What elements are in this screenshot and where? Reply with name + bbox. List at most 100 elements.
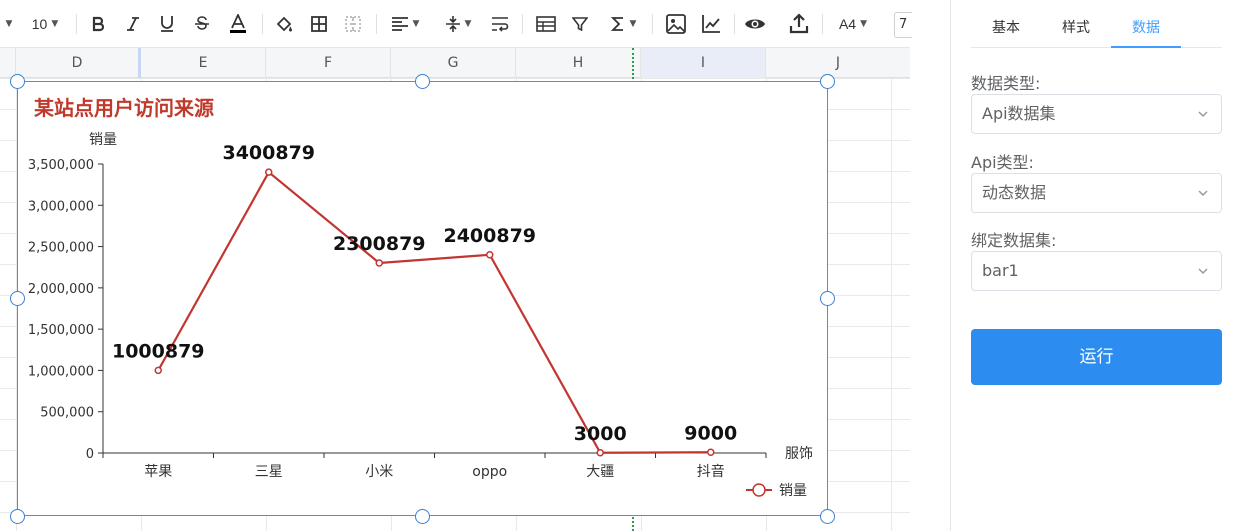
wrap-icon[interactable] [488, 10, 512, 38]
api-type-value: 动态数据 [982, 183, 1047, 202]
zoom-value: 7 [899, 17, 908, 32]
legend-marker-icon [752, 483, 766, 497]
chevron-down-icon [1198, 268, 1208, 275]
font-size-select[interactable]: 10 ▼ [22, 10, 68, 38]
data-point [486, 251, 494, 259]
tab-basic[interactable]: 基本 [971, 8, 1041, 48]
valign-icon[interactable]: ▼ [440, 10, 476, 38]
column-header-row: D E F G H I J [0, 48, 910, 78]
run-button[interactable]: 运行 [971, 329, 1222, 385]
chart-icon[interactable] [699, 10, 723, 38]
y-tick-label: 2,500,000 [28, 241, 94, 256]
zoom-input[interactable]: 7 [894, 12, 912, 38]
resize-handle-bottom[interactable] [415, 509, 430, 524]
resize-handle-right[interactable] [820, 291, 835, 306]
x-axis-label: 服饰 [785, 446, 813, 462]
toolbar-divider [376, 14, 377, 34]
table-icon[interactable] [533, 10, 559, 38]
data-label: 9000 [684, 422, 737, 444]
column-label: D [71, 55, 83, 71]
page-size-value: A4 [838, 16, 857, 32]
api-type-label: Api类型: [971, 153, 1034, 172]
column-header-h[interactable]: H [516, 48, 641, 78]
filter-icon[interactable] [568, 10, 592, 38]
x-tick-label: 三星 [255, 464, 283, 480]
dataset-select[interactable]: bar1 [971, 251, 1222, 291]
column-label: F [323, 55, 333, 71]
preview-icon[interactable] [742, 10, 768, 38]
y-axis-label: 销量 [89, 132, 117, 148]
column-header-j[interactable]: J [766, 48, 910, 78]
y-tick-label: 0 [86, 447, 94, 462]
x-tick-label: 抖音 [697, 463, 725, 480]
column-label: I [700, 55, 706, 71]
sum-icon[interactable]: ▼ [604, 10, 642, 38]
chevron-down-icon [1198, 111, 1208, 118]
border-icon[interactable] [307, 10, 331, 38]
x-tick-label: 苹果 [144, 464, 172, 480]
image-icon[interactable] [664, 10, 688, 38]
tab-style[interactable]: 样式 [1041, 8, 1111, 48]
resize-handle-top-left[interactable] [10, 74, 25, 89]
x-tick-label: 小米 [365, 464, 393, 480]
upload-icon[interactable] [786, 10, 812, 38]
column-header-i[interactable]: I [641, 48, 766, 78]
data-point [707, 448, 715, 457]
chevron-down-icon: ▼ [51, 19, 59, 29]
resize-handle-bottom-right[interactable] [820, 509, 835, 524]
y-tick-label: 1,500,000 [28, 323, 94, 338]
font-color-icon[interactable] [226, 10, 250, 38]
app-root: ▼ 10 ▼ ▼ ▼ ▼ A4 ▼ 7 D E F G H I J 某站点用户访… [0, 0, 1240, 531]
chevron-down-icon: ▼ [860, 19, 868, 29]
panel-tabs: 基本 样式 数据 [971, 8, 1222, 48]
toolbar: ▼ 10 ▼ ▼ ▼ ▼ A4 ▼ 7 [0, 0, 912, 48]
api-type-select[interactable]: 动态数据 [971, 173, 1222, 213]
line-chart: 0 500,000 1,000,000 1,500,000 2,000,000 2,500… [28, 132, 813, 499]
column-label: H [572, 55, 584, 71]
y-tick-label: 2,000,000 [28, 282, 94, 297]
page-size-select[interactable]: A4 ▼ [830, 10, 876, 38]
y-tick-label: 500,000 [40, 406, 94, 421]
data-point [596, 449, 604, 457]
properties-panel: 基本 样式 数据 数据类型: Api数据集 Api类型: 动态数据 绑定数据集:… [950, 0, 1240, 531]
y-tick-label: 1,000,000 [28, 364, 94, 379]
dropdown-caret-icon[interactable]: ▼ [0, 10, 14, 38]
chevron-down-icon [1198, 190, 1208, 197]
dataset-label: 绑定数据集: [971, 231, 1057, 250]
bold-icon[interactable] [86, 10, 110, 38]
italic-icon[interactable] [121, 10, 145, 38]
tab-data[interactable]: 数据 [1111, 8, 1181, 48]
column-header-d[interactable]: D [16, 48, 141, 78]
chart-container[interactable]: 某站点用户访问来源 0 500,000 1,000,000 1,500,000 2,00… [17, 81, 828, 516]
resize-handle-left[interactable] [10, 291, 25, 306]
data-type-select[interactable]: Api数据集 [971, 94, 1222, 134]
x-tick-label: oppo [472, 464, 507, 480]
toolbar-divider [76, 14, 77, 34]
resize-handle-top[interactable] [415, 74, 430, 89]
column-label: G [447, 55, 459, 71]
resize-handle-top-right[interactable] [820, 74, 835, 89]
toolbar-divider [262, 14, 263, 34]
align-icon[interactable]: ▼ [386, 10, 424, 38]
data-point [154, 366, 162, 375]
fill-color-icon[interactable] [272, 10, 296, 38]
strikethrough-icon[interactable] [190, 10, 214, 38]
toolbar-divider [822, 14, 823, 34]
resize-handle-bottom-left[interactable] [10, 509, 25, 524]
column-header-partial [0, 48, 16, 78]
data-label: 2400879 [443, 225, 536, 247]
merge-cells-icon[interactable] [341, 10, 365, 38]
column-header-g[interactable]: G [391, 48, 516, 78]
dataset-value: bar1 [982, 261, 1019, 280]
x-tick-label: 大疆 [586, 464, 614, 480]
y-tick-label: 3,000,000 [28, 199, 94, 214]
data-label: 3000 [574, 423, 627, 445]
font-size-value: 10 [31, 16, 48, 32]
column-header-f[interactable]: F [266, 48, 391, 78]
data-point [265, 168, 273, 176]
series-line [157, 170, 711, 454]
data-label: 2300879 [333, 233, 426, 255]
column-header-e[interactable]: E [141, 48, 266, 78]
underline-icon[interactable] [155, 10, 179, 38]
data-label: 1000879 [112, 340, 205, 362]
